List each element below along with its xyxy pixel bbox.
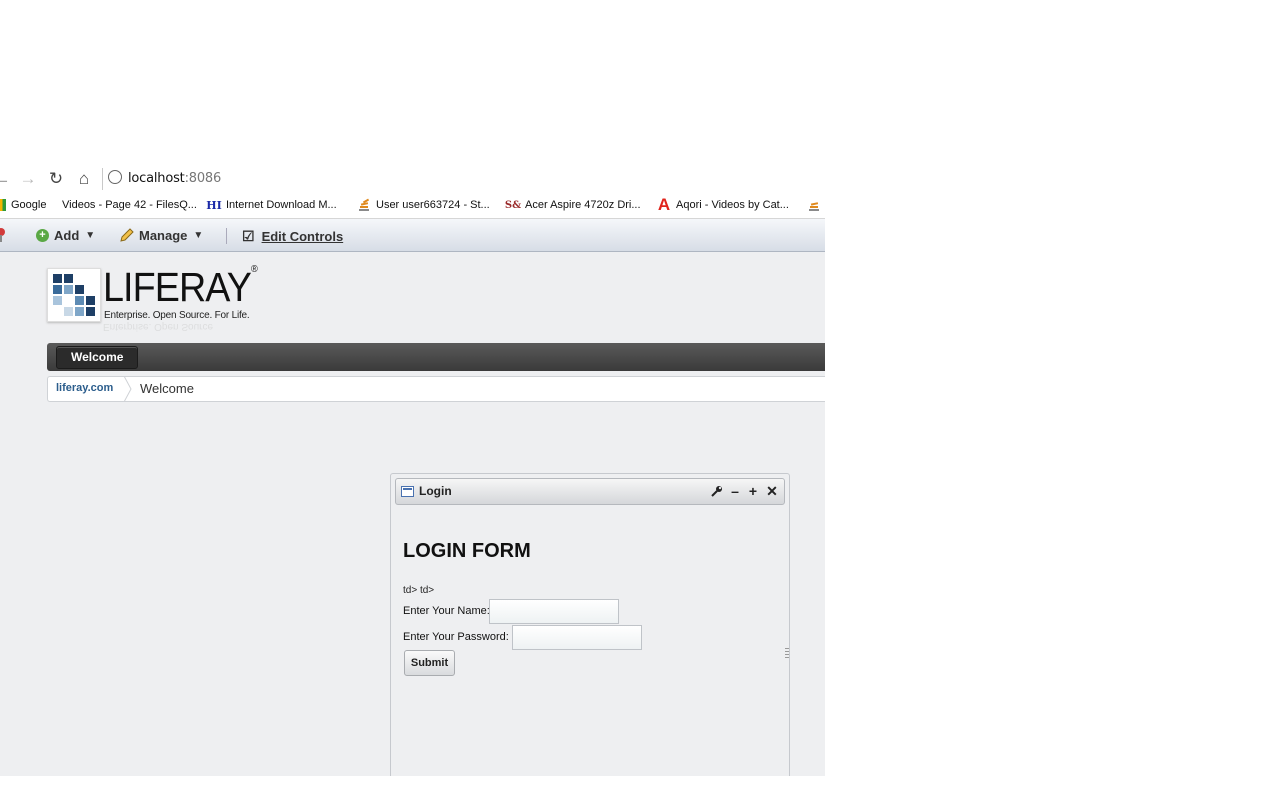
logo-mark — [47, 268, 101, 322]
add-menu-button[interactable]: + Add ▼ — [36, 228, 95, 243]
add-label: Add — [54, 228, 80, 243]
site-icon: S& — [504, 199, 522, 211]
bookmark-label: Videos - Page 42 - FilesQ... — [62, 199, 197, 211]
stackoverflow-icon — [357, 198, 371, 212]
bookmark-label: User user663724 - St... — [376, 199, 490, 211]
bookmark-google[interactable]: Google — [0, 197, 46, 213]
name-input[interactable] — [489, 599, 619, 624]
login-portlet: Login – + ✕ LOGIN FORM td> td> Enter You… — [390, 473, 790, 776]
submit-button[interactable]: Submit — [404, 650, 455, 676]
breadcrumb-link-home[interactable]: liferay.com — [56, 382, 113, 394]
browser-window: ← → ↻ ⌂ localhost:8086 Google Videos - P… — [0, 166, 825, 776]
pencil-icon — [120, 228, 134, 242]
pin-icon[interactable] — [0, 227, 6, 243]
bookmark-more[interactable] — [807, 197, 825, 213]
url-port: :8086 — [184, 171, 222, 186]
dockbar-divider — [226, 228, 227, 244]
browser-toolbar: ← → ↻ ⌂ localhost:8086 — [0, 166, 825, 191]
wrench-icon[interactable] — [710, 483, 724, 499]
bookmark-idm[interactable]: HI Internet Download M... — [206, 197, 337, 213]
portlet-title-bar[interactable]: Login – + ✕ — [395, 478, 785, 505]
bookmarks-bar: Google Videos - Page 42 - FilesQ... HI I… — [0, 191, 825, 219]
bookmark-label: Google — [11, 199, 47, 211]
logo-reflection: Enterprise. Open Source — [103, 321, 214, 332]
bookmark-label: Aqori - Videos by Cat... — [676, 199, 789, 211]
name-label: Enter Your Name: — [403, 605, 490, 617]
aqori-icon: A — [657, 195, 671, 214]
bookmark-label: Acer Aspire 4720z Dri... — [525, 199, 641, 211]
registered-mark: ® — [250, 264, 258, 275]
dropdown-arrow-icon: ▼ — [85, 230, 96, 241]
logo-wordmark: LIFERAY® — [103, 264, 258, 311]
manage-label: Manage — [139, 228, 188, 243]
checkbox-checked-icon: ☑ — [242, 228, 255, 244]
logo-tagline: Enterprise. Open Source. For Life. — [104, 310, 250, 321]
close-icon[interactable]: ✕ — [765, 483, 779, 499]
edit-controls-toggle[interactable]: ☑ Edit Controls — [242, 228, 343, 245]
address-bar[interactable]: localhost:8086 — [102, 168, 825, 190]
password-input[interactable] — [512, 625, 642, 650]
site-logo[interactable]: LIFERAY® Enterprise. Open Source. For Li… — [47, 264, 262, 340]
main-navigation: Welcome — [47, 343, 825, 371]
nav-tab-welcome[interactable]: Welcome — [56, 346, 139, 369]
stackoverflow-icon — [807, 198, 821, 212]
bookmark-label: Internet Download M... — [226, 199, 337, 211]
minimize-icon[interactable]: – — [728, 483, 742, 499]
idm-icon: HI — [206, 198, 222, 212]
reload-icon[interactable]: ↻ — [46, 169, 66, 189]
form-heading: LOGIN FORM — [403, 540, 531, 562]
logo-wordmark-text: LIFERAY — [103, 264, 252, 310]
home-icon[interactable]: ⌂ — [74, 169, 94, 189]
globe-icon — [108, 170, 122, 184]
manage-menu-button[interactable]: Manage ▼ — [119, 228, 203, 243]
breadcrumb: liferay.com Welcome — [47, 376, 825, 402]
maximize-icon[interactable]: + — [746, 483, 760, 499]
google-icon — [0, 199, 6, 211]
forward-arrow-icon[interactable]: → — [18, 169, 38, 189]
bookmark-stackoverflow[interactable]: User user663724 - St... — [357, 197, 490, 213]
edit-controls-label: Edit Controls — [261, 229, 344, 244]
bookmark-acer[interactable]: S& Acer Aspire 4720z Dri... — [504, 197, 641, 213]
password-label: Enter Your Password: — [403, 631, 509, 643]
portlet-title: Login — [419, 484, 452, 498]
breadcrumb-current: Welcome — [140, 381, 194, 396]
dockbar: + Add ▼ Manage ▼ ☑ Edit Controls — [0, 219, 825, 252]
add-icon: + — [36, 229, 49, 242]
dropdown-arrow-icon: ▼ — [193, 230, 204, 241]
url-text: localhost:8086 — [128, 171, 221, 186]
resize-grip[interactable] — [785, 648, 789, 658]
stray-markup-text: td> td> — [403, 585, 435, 596]
bookmark-aqori[interactable]: A Aqori - Videos by Cat... — [657, 195, 789, 214]
breadcrumb-separator-icon — [123, 376, 132, 402]
back-arrow-icon[interactable]: ← — [0, 169, 12, 189]
url-host: localhost — [128, 171, 185, 186]
bookmark-filesq[interactable]: Videos - Page 42 - FilesQ... — [62, 197, 197, 213]
portlet-icon — [401, 486, 414, 497]
